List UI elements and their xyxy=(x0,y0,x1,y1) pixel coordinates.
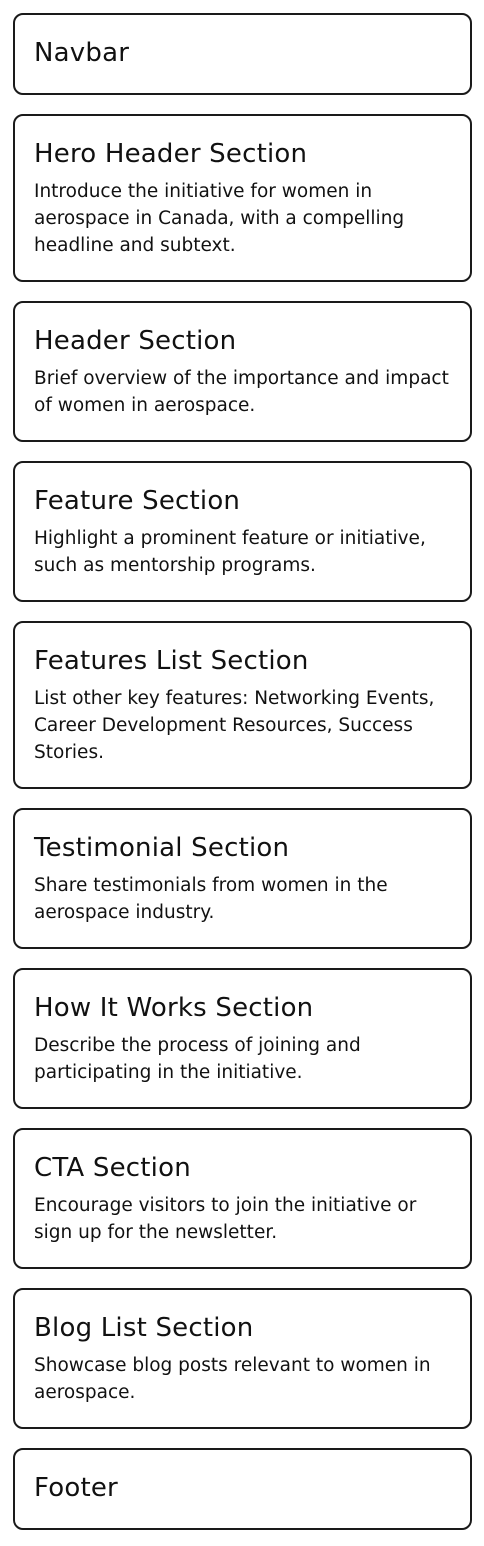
features-list-section-card: Features List Section List other key fea… xyxy=(13,621,472,789)
section-description: Brief overview of the importance and imp… xyxy=(34,368,449,416)
section-title: Feature Section xyxy=(34,486,241,516)
section-description: Introduce the initiative for women in ae… xyxy=(34,181,405,256)
section-description: Highlight a prominent feature or initiat… xyxy=(34,528,426,576)
section-title: Features List Section xyxy=(34,646,309,676)
header-section-card: Header Section Brief overview of the imp… xyxy=(13,301,472,442)
feature-section-card: Feature Section Highlight a prominent fe… xyxy=(13,461,472,602)
section-title: CTA Section xyxy=(34,1153,191,1183)
section-description: Describe the process of joining and part… xyxy=(34,1035,361,1083)
section-description: Showcase blog posts relevant to women in… xyxy=(34,1355,431,1403)
section-description: List other key features: Networking Even… xyxy=(34,688,435,763)
how-it-works-section-card: How It Works Section Describe the proces… xyxy=(13,968,472,1109)
footer-section-card: Footer xyxy=(13,1448,472,1530)
cta-section-card: CTA Section Encourage visitors to join t… xyxy=(13,1128,472,1269)
section-title: Header Section xyxy=(34,326,237,356)
section-description: Share testimonials from women in the aer… xyxy=(34,875,388,923)
blog-list-section-card: Blog List Section Showcase blog posts re… xyxy=(13,1288,472,1429)
testimonial-section-card: Testimonial Section Share testimonials f… xyxy=(13,808,472,949)
hero-header-section-card: Hero Header Section Introduce the initia… xyxy=(13,114,472,282)
section-title: How It Works Section xyxy=(34,993,314,1023)
section-title: Hero Header Section xyxy=(34,139,308,169)
section-title: Footer xyxy=(34,1473,118,1503)
section-description: Encourage visitors to join the initiativ… xyxy=(34,1195,417,1243)
section-title: Blog List Section xyxy=(34,1313,254,1343)
navbar-section-card: Navbar xyxy=(13,13,472,95)
section-title: Navbar xyxy=(34,38,130,68)
section-title: Testimonial Section xyxy=(34,833,290,863)
